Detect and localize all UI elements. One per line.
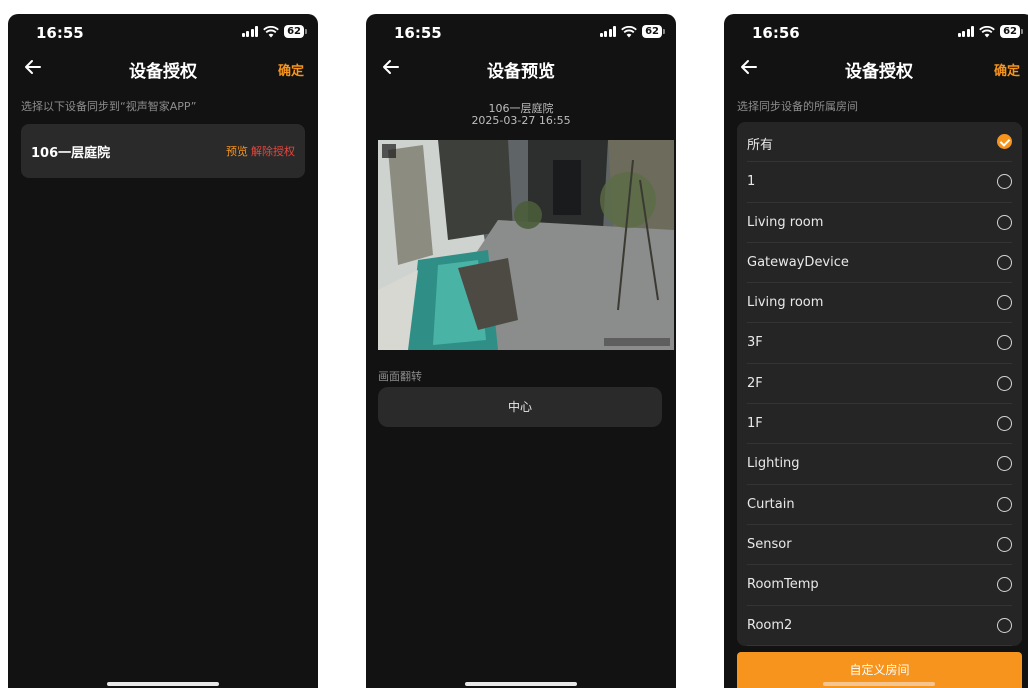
radio-checked-icon[interactable] xyxy=(997,134,1012,149)
room-option-label: 1 xyxy=(747,174,756,190)
room-list: 所有 1 Living room GatewayDevice Living room 3F… xyxy=(737,122,1022,646)
home-indicator xyxy=(107,682,219,686)
screen-room-selection: 16:56 62 设备授权 确定 选择同步设备的所属房间 所有 1 Living r… xyxy=(724,14,1028,688)
battery-icon: 62 xyxy=(284,25,307,38)
room-option[interactable]: Curtain xyxy=(737,485,1022,526)
room-option-label: Sensor xyxy=(747,536,792,552)
page-title: 设备授权 xyxy=(845,62,913,82)
battery-icon: 62 xyxy=(1000,25,1023,38)
preview-timestamp: 2025-03-27 16:55 xyxy=(471,114,571,127)
nav-bar: 设备授权 确定 xyxy=(8,54,318,82)
radio-unchecked-icon[interactable] xyxy=(997,536,1012,552)
radio-unchecked-icon[interactable] xyxy=(997,496,1012,512)
room-option-label: Curtain xyxy=(747,496,795,512)
room-option[interactable]: 1 xyxy=(737,162,1022,203)
room-option[interactable]: Living room xyxy=(737,203,1022,244)
room-option-label: Lighting xyxy=(747,456,800,472)
status-bar: 16:56 62 xyxy=(724,22,1028,46)
status-time: 16:55 xyxy=(394,24,442,42)
radio-unchecked-icon[interactable] xyxy=(997,577,1012,593)
room-option[interactable]: Room2 xyxy=(737,606,1022,646)
room-option-label: 2F xyxy=(747,375,763,391)
nav-bar: 设备授权 确定 xyxy=(724,54,1028,82)
radio-unchecked-icon[interactable] xyxy=(997,214,1012,230)
status-time: 16:55 xyxy=(36,24,84,42)
room-option-label: Room2 xyxy=(747,617,793,633)
battery-icon: 62 xyxy=(642,25,665,38)
room-option[interactable]: Lighting xyxy=(737,444,1022,485)
room-option[interactable]: 3F xyxy=(737,323,1022,365)
status-bar: 16:55 62 xyxy=(366,22,676,46)
radio-unchecked-icon[interactable] xyxy=(997,375,1012,391)
signal-icon xyxy=(599,26,617,37)
device-card: 106一层庭院 预览 解除授权 xyxy=(21,124,305,178)
room-option-label: 所有 xyxy=(747,138,774,153)
radio-unchecked-icon[interactable] xyxy=(997,456,1012,472)
page-title: 设备预览 xyxy=(487,62,555,82)
room-option-label: 1F xyxy=(747,416,763,432)
room-option[interactable]: Living room xyxy=(737,283,1022,324)
wifi-icon xyxy=(979,25,995,37)
room-option[interactable]: GatewayDevice xyxy=(737,243,1022,284)
room-option-label: Living room xyxy=(747,295,824,311)
flip-label: 画面翻转 xyxy=(378,370,422,383)
wifi-icon xyxy=(263,25,279,37)
radio-unchecked-icon[interactable] xyxy=(997,416,1012,432)
wifi-icon xyxy=(621,25,637,37)
home-indicator xyxy=(823,682,935,686)
room-option[interactable]: 1F xyxy=(737,404,1022,445)
preview-link[interactable]: 预览 xyxy=(226,145,248,158)
room-hint: 选择同步设备的所属房间 xyxy=(737,100,858,113)
room-option-label: Living room xyxy=(747,214,824,230)
signal-icon xyxy=(241,26,259,37)
radio-unchecked-icon[interactable] xyxy=(997,295,1012,311)
sync-hint: 选择以下设备同步到“视声智家APP” xyxy=(21,100,197,113)
camera-preview-image[interactable] xyxy=(378,140,674,350)
radio-unchecked-icon[interactable] xyxy=(997,174,1012,190)
room-option[interactable]: RoomTemp xyxy=(737,565,1022,606)
room-option[interactable]: 所有 xyxy=(737,122,1022,163)
screen-device-preview: 16:55 62 设备预览 106一层庭院 2025-03-27 16:55 画… xyxy=(366,14,676,688)
radio-unchecked-icon[interactable] xyxy=(997,617,1012,633)
room-option[interactable]: Sensor xyxy=(737,525,1022,566)
home-indicator xyxy=(465,682,577,686)
room-option-label: 3F xyxy=(747,335,763,351)
page-title: 设备授权 xyxy=(129,62,197,82)
status-time: 16:56 xyxy=(752,24,800,42)
signal-icon xyxy=(957,26,975,37)
confirm-button[interactable]: 确定 xyxy=(278,60,304,79)
room-option-label: RoomTemp xyxy=(747,577,819,593)
radio-unchecked-icon[interactable] xyxy=(997,254,1012,270)
nav-bar: 设备预览 xyxy=(366,54,676,82)
device-name: 106一层庭院 xyxy=(31,146,111,161)
status-bar: 16:55 62 xyxy=(8,22,318,46)
radio-unchecked-icon[interactable] xyxy=(997,335,1012,351)
flip-center-button[interactable]: 中心 xyxy=(378,387,662,427)
confirm-button[interactable]: 确定 xyxy=(994,60,1020,79)
screen-device-authorization: 16:55 62 设备授权 确定 选择以下设备同步到“视声智家APP” 106一… xyxy=(8,14,318,688)
courtyard-scene xyxy=(378,140,674,350)
revoke-link[interactable]: 解除授权 xyxy=(251,145,295,158)
room-option[interactable]: 2F xyxy=(737,364,1022,405)
room-option-label: GatewayDevice xyxy=(747,254,849,270)
